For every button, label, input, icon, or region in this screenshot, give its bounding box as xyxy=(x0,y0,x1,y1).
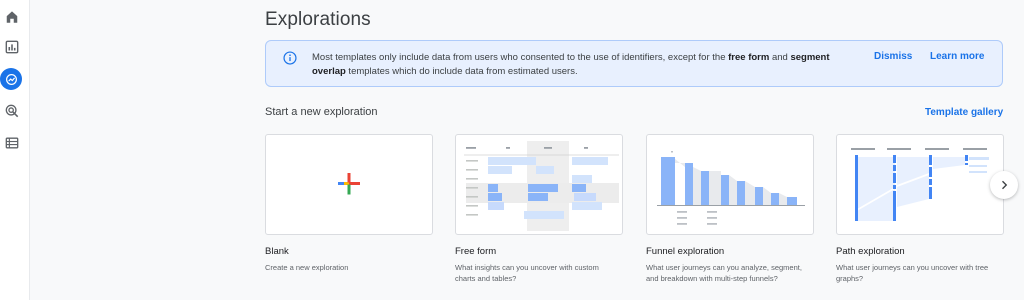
blank-template-card[interactable] xyxy=(265,134,433,235)
advertising-icon[interactable] xyxy=(3,102,21,120)
chevron-right-icon xyxy=(1002,180,1008,190)
funnel-preview-graphic xyxy=(657,151,805,225)
funnel-template-description: What user journeys can you analyze, segm… xyxy=(646,263,802,283)
free-form-template-card[interactable] xyxy=(455,134,623,235)
explore-icon[interactable] xyxy=(0,68,22,90)
path-preview-graphic xyxy=(851,148,989,221)
banner-text-part1: Most templates only include data from us… xyxy=(312,52,729,63)
funnel-template-title[interactable]: Funnel exploration xyxy=(646,246,724,257)
banner-text-part3: templates which do include data from est… xyxy=(345,66,578,77)
banner-text-part2: and xyxy=(769,52,791,63)
left-nav-rail xyxy=(0,0,30,300)
info-icon xyxy=(283,51,297,65)
free-form-template-description: What insights can you uncover with custo… xyxy=(455,263,599,283)
blank-template-title[interactable]: Blank xyxy=(265,246,289,257)
dismiss-button[interactable]: Dismiss xyxy=(874,51,912,62)
funnel-exploration-template-card[interactable] xyxy=(646,134,814,235)
banner-message: Most templates only include data from us… xyxy=(312,51,842,79)
path-template-title[interactable]: Path exploration xyxy=(836,246,905,257)
path-exploration-template-card[interactable] xyxy=(836,134,1004,235)
blank-template-description: Create a new exploration xyxy=(265,263,349,272)
reports-icon[interactable] xyxy=(3,38,21,56)
home-icon[interactable] xyxy=(3,8,21,26)
section-heading: Start a new exploration xyxy=(265,106,378,118)
learn-more-link[interactable]: Learn more xyxy=(930,51,984,62)
consent-info-banner: Most templates only include data from us… xyxy=(265,40,1003,87)
banner-bold-free-form: free form xyxy=(728,52,770,63)
path-template-description: What user journeys can you uncover with … xyxy=(836,263,989,283)
next-templates-button[interactable] xyxy=(990,171,1018,199)
free-form-preview-graphic xyxy=(464,141,619,231)
free-form-template-title[interactable]: Free form xyxy=(455,246,496,257)
plus-icon xyxy=(338,173,360,195)
template-gallery-link[interactable]: Template gallery xyxy=(925,107,1003,118)
configure-icon[interactable] xyxy=(3,134,21,152)
page-title: Explorations xyxy=(265,9,371,30)
